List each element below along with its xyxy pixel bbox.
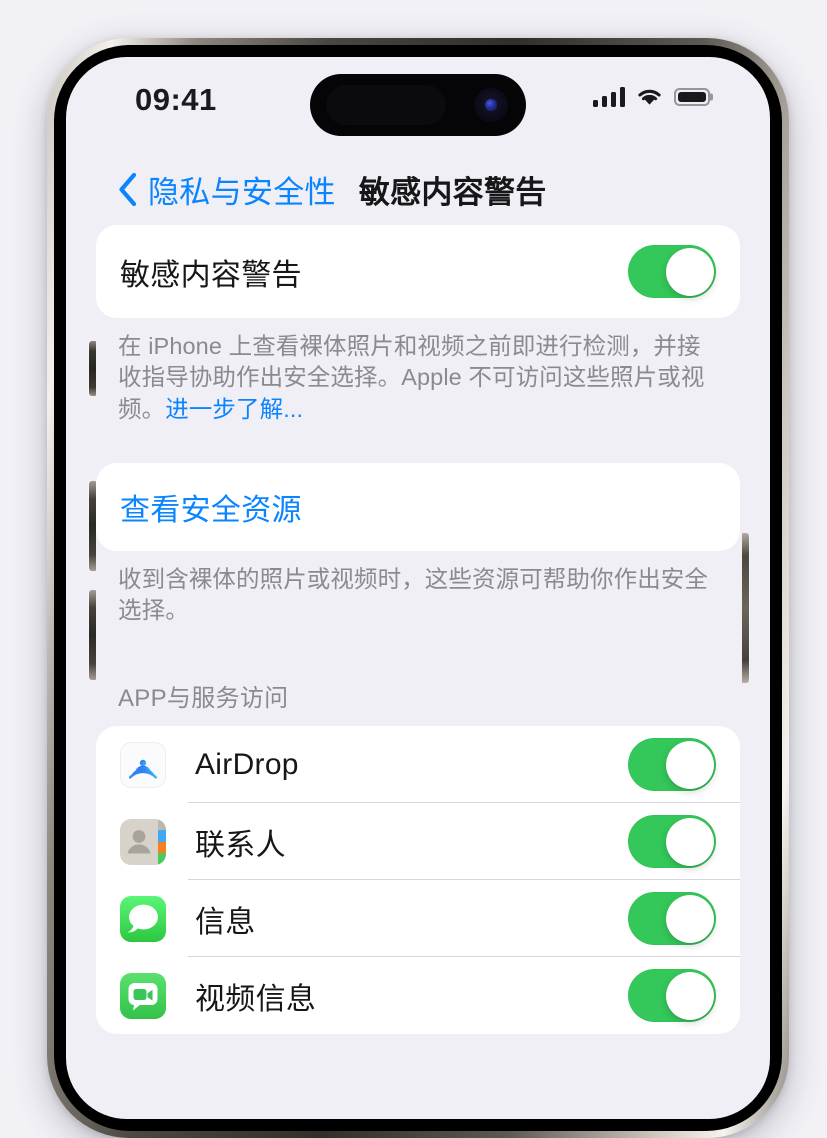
dynamic-island-pill: [326, 85, 446, 125]
toggle-knob: [665, 817, 714, 866]
list-item-label: 视频信息: [195, 982, 317, 1016]
volume-up-button[interactable]: [89, 481, 96, 571]
messages-icon: [120, 895, 166, 942]
camera-lens: [485, 99, 497, 111]
phone-screen: 09:41 隐私与安全性 敏感内容警告 敏感内容警告 在 iPhone 上查看裸…: [66, 57, 770, 1119]
contacts-tabs: [158, 818, 166, 865]
volume-down-button[interactable]: [89, 590, 96, 680]
wifi-icon: [638, 89, 661, 105]
sensitive-content-warning-row[interactable]: 敏感内容警告: [96, 225, 740, 318]
toggle-knob: [665, 971, 714, 1020]
status-time: 09:41: [135, 82, 217, 117]
safety-resources-description: 收到含裸体的照片或视频时，这些资源可帮助你作出安全选择。: [118, 565, 708, 623]
list-item[interactable]: 视频信息: [96, 957, 740, 1034]
settings-content: 敏感内容警告 在 iPhone 上查看裸体照片和视频之前即进行检测，并接收指导协…: [66, 225, 770, 1119]
contacts-toggle[interactable]: [628, 815, 716, 869]
front-camera-icon: [474, 88, 508, 122]
power-button[interactable]: [742, 533, 749, 683]
sensitive-content-warning-card: 敏感内容警告: [96, 225, 740, 318]
contacts-icon: [120, 818, 166, 865]
list-item-label: 联系人: [195, 828, 286, 862]
airdrop-icon: [120, 741, 166, 788]
messages-toggle[interactable]: [628, 892, 716, 946]
navigation-bar: 隐私与安全性 敏感内容警告: [66, 167, 770, 212]
video-messages-icon: [120, 972, 166, 1019]
dynamic-island[interactable]: [310, 74, 526, 136]
list-item[interactable]: 信息: [96, 880, 740, 958]
sensitive-content-description: 在 iPhone 上查看裸体照片和视频之前即进行检测，并接收指导协助作出安全选择…: [96, 318, 740, 425]
view-safety-resources-row[interactable]: 查看安全资源: [96, 463, 740, 551]
action-button[interactable]: [89, 341, 96, 396]
back-button[interactable]: 隐私与安全性: [118, 167, 336, 212]
learn-more-link[interactable]: 进一步了解...: [165, 396, 303, 422]
page-title: 敏感内容警告: [358, 175, 547, 210]
list-item[interactable]: AirDrop: [96, 726, 740, 804]
list-item-label: AirDrop: [195, 747, 299, 781]
video-messages-toggle[interactable]: [628, 969, 716, 1023]
battery-tip: [709, 93, 713, 101]
view-safety-resources-label: 查看安全资源: [120, 493, 302, 527]
toggle-knob: [665, 740, 714, 789]
app-access-list: AirDrop 联系人 信息 视频信息: [96, 726, 740, 1035]
toggle-knob: [665, 894, 714, 943]
phone-frame: 09:41 隐私与安全性 敏感内容警告 敏感内容警告 在 iPhone 上查看裸…: [47, 38, 789, 1138]
cellular-bars-icon: [592, 87, 625, 107]
back-label: 隐私与安全性: [148, 175, 336, 210]
toggle-knob: [665, 247, 714, 296]
sensitive-content-warning-label: 敏感内容警告: [120, 258, 302, 292]
app-access-section-header: APP与服务访问: [118, 685, 289, 713]
list-item[interactable]: 联系人: [96, 803, 740, 881]
status-indicators: [592, 87, 713, 107]
battery-icon: [674, 88, 713, 106]
sensitive-content-warning-toggle[interactable]: [628, 245, 716, 298]
list-item-label: 信息: [195, 905, 256, 939]
airdrop-toggle[interactable]: [628, 738, 716, 792]
safety-resources-card: 查看安全资源: [96, 462, 740, 551]
battery-level: [677, 91, 707, 103]
chevron-left-icon: [119, 173, 137, 206]
